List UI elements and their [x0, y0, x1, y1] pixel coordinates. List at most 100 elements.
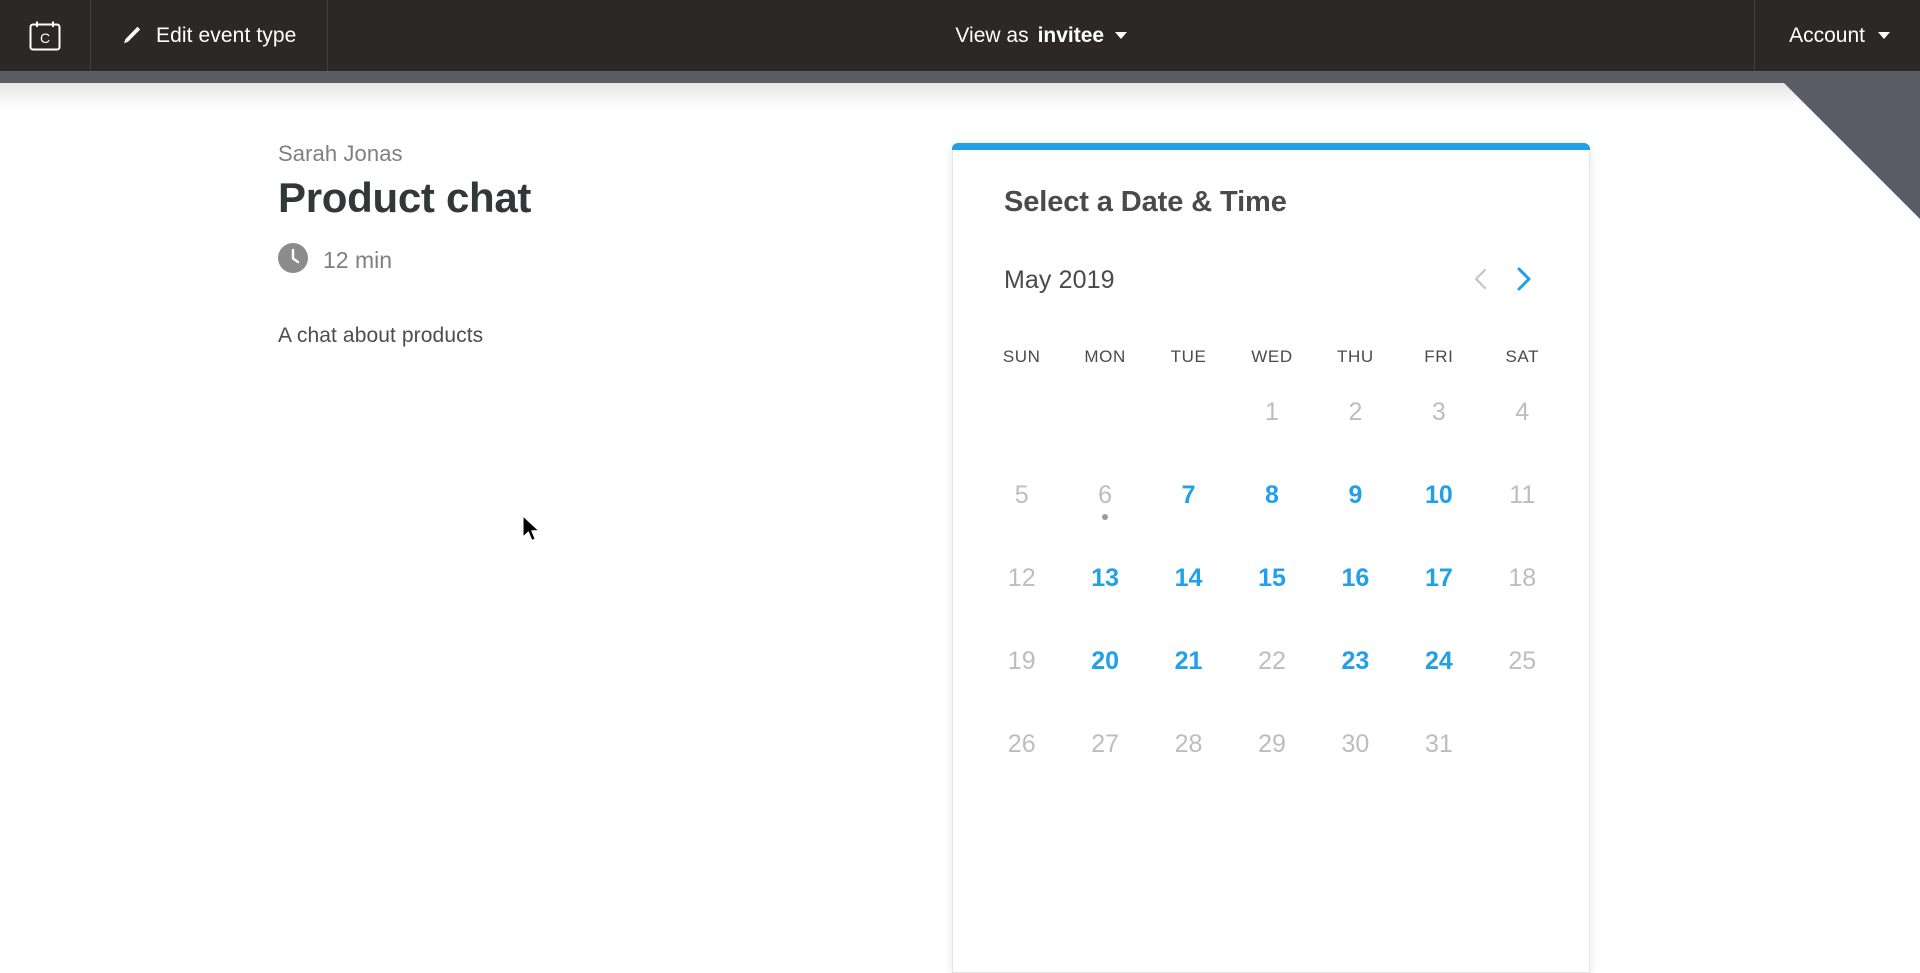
calendar-day-number: 27 [1091, 730, 1120, 758]
calendar-day-number: 24 [1424, 647, 1453, 675]
calendar-day-number: 9 [1348, 481, 1363, 509]
weekday-header: MON [1084, 347, 1126, 366]
weekday-header: SAT [1505, 347, 1540, 366]
calendar-day-30: 30 [1314, 718, 1397, 801]
calendar-day-number: 25 [1508, 647, 1537, 675]
calendar-day-number: 28 [1174, 730, 1203, 758]
calendar-day-25: 25 [1481, 635, 1564, 718]
calendar-day-number: 17 [1424, 564, 1453, 592]
calendly-calendar-logo-icon: C [28, 19, 62, 53]
calendar-month-label: May 2019 [1004, 265, 1115, 294]
calendar-day-number: 11 [1509, 481, 1536, 509]
calendar-day-20[interactable]: 20 [1063, 635, 1146, 718]
calendar-day-number: 16 [1341, 564, 1370, 592]
calendar-day-number: 12 [1007, 564, 1036, 592]
weekday-header: TUE [1170, 347, 1207, 366]
calendar-day-number: 10 [1424, 481, 1453, 509]
calendar-day-number: 29 [1258, 730, 1286, 758]
calendar-day-16[interactable]: 16 [1314, 552, 1397, 635]
calendar-day-number: 31 [1424, 730, 1453, 758]
nav-understrip [0, 71, 1920, 83]
previous-month-button [1460, 259, 1502, 301]
weekday-header: THU [1337, 347, 1374, 366]
calendar-heading: Select a Date & Time [1004, 186, 1287, 218]
calendar-day-26: 26 [980, 718, 1063, 801]
edit-event-type-button[interactable]: Edit event type [91, 0, 329, 71]
account-label: Account [1789, 23, 1865, 47]
view-as-dropdown[interactable]: View as invitee [955, 23, 1128, 48]
today-indicator-dot [1102, 514, 1109, 520]
calendar-day-19: 19 [980, 635, 1063, 718]
top-navigation-bar: C Edit event type View as invitee Accoun… [0, 0, 1920, 71]
calendar-day-14[interactable]: 14 [1147, 552, 1230, 635]
view-as-value: invitee [1037, 23, 1105, 47]
calendar-day-31: 31 [1397, 718, 1480, 801]
caret-down-icon [1115, 32, 1128, 39]
date-time-picker-card: Select a Date & Time May 2019 SUN MON TUE W… [952, 143, 1590, 973]
calendar-day-10[interactable]: 10 [1397, 469, 1480, 552]
card-accent-bar [952, 143, 1590, 150]
calendar-day-number: 20 [1091, 647, 1120, 675]
calendar-day-5: 5 [980, 469, 1063, 552]
calendar-day-2: 2 [1314, 386, 1397, 469]
calendar-day-number: 18 [1508, 564, 1537, 592]
calendar-day-28: 28 [1147, 718, 1230, 801]
calendar-day-6: 6 [1063, 469, 1146, 552]
calendar-day-3: 3 [1397, 386, 1480, 469]
calendar-day-number: 8 [1265, 481, 1279, 509]
calendar-day-27: 27 [1063, 718, 1146, 801]
calendar-day-17[interactable]: 17 [1397, 552, 1480, 635]
calendar-day-13[interactable]: 13 [1063, 552, 1146, 635]
calendar-day-9[interactable]: 9 [1314, 469, 1397, 552]
powered-by-calendly-ribbon[interactable]: powered by Calendly [1784, 83, 1920, 219]
calendar-day-22: 22 [1230, 635, 1313, 718]
weekday-header: WED [1251, 347, 1293, 366]
event-title: Product chat [278, 174, 532, 221]
calendar-day-1: 1 [1230, 386, 1313, 469]
account-menu-button[interactable]: Account [1754, 0, 1920, 71]
edit-event-type-label: Edit event type [156, 23, 297, 47]
weekday-header: FRI [1424, 347, 1454, 366]
calendar-day-11: 11 [1481, 469, 1564, 552]
calendar-day-number: 13 [1091, 564, 1120, 592]
calendar-day-number: 15 [1258, 564, 1286, 592]
calendar-day-21[interactable]: 21 [1147, 635, 1230, 718]
weekday-header: SUN [1002, 347, 1041, 366]
calendar-day-18: 18 [1481, 552, 1564, 635]
calendly-logo-button[interactable]: C [0, 0, 91, 71]
clock-icon [278, 243, 308, 278]
calendar-day-number: 2 [1348, 398, 1363, 426]
calendar-month-navigation: May 2019 [1004, 259, 1544, 301]
calendar-day-number: 26 [1007, 730, 1036, 758]
calendar-day-number: 21 [1174, 647, 1203, 675]
calendar-day-number: 4 [1515, 398, 1530, 426]
calendar-day-24[interactable]: 24 [1397, 635, 1480, 718]
calendar-day-23[interactable]: 23 [1314, 635, 1397, 718]
view-as-prefix: View as [955, 23, 1029, 47]
view-as-container: View as invitee [328, 0, 1754, 71]
calendar-day-7[interactable]: 7 [1147, 469, 1230, 552]
calendar-day-number: 14 [1174, 564, 1203, 592]
calendar-day-number: 7 [1181, 481, 1196, 509]
calendar-day-15[interactable]: 15 [1230, 552, 1313, 635]
calendar-day-8[interactable]: 8 [1230, 469, 1313, 552]
calendar-day-number: 6 [1098, 481, 1113, 509]
event-duration-row: 12 min [278, 243, 838, 278]
next-month-button[interactable] [1502, 259, 1544, 301]
calendar-grid: SUN MON TUE WED THU FRI SAT 1 2 3 4 5 6 7 8 9 10 11 12 13 14… [980, 328, 1564, 801]
calendar-day-number: 30 [1341, 730, 1370, 758]
calendar-day-number: 22 [1258, 647, 1286, 675]
calendar-day-number: 23 [1341, 647, 1370, 675]
booking-page-body: Sarah Jonas Product chat 12 min A chat a… [0, 83, 1920, 973]
caret-down-icon [1878, 32, 1890, 39]
nav-shadow [0, 83, 1920, 109]
calendar-day-number: 19 [1007, 647, 1036, 675]
calendar-day-4: 4 [1481, 386, 1564, 469]
calendar-day-29: 29 [1230, 718, 1313, 801]
chevron-right-icon [1512, 266, 1534, 295]
event-description: A chat about products [278, 324, 484, 348]
chevron-left-icon [1471, 267, 1491, 294]
svg-text:C: C [40, 30, 50, 46]
calendar-day-number: 5 [1014, 481, 1029, 509]
pencil-icon [120, 25, 142, 47]
